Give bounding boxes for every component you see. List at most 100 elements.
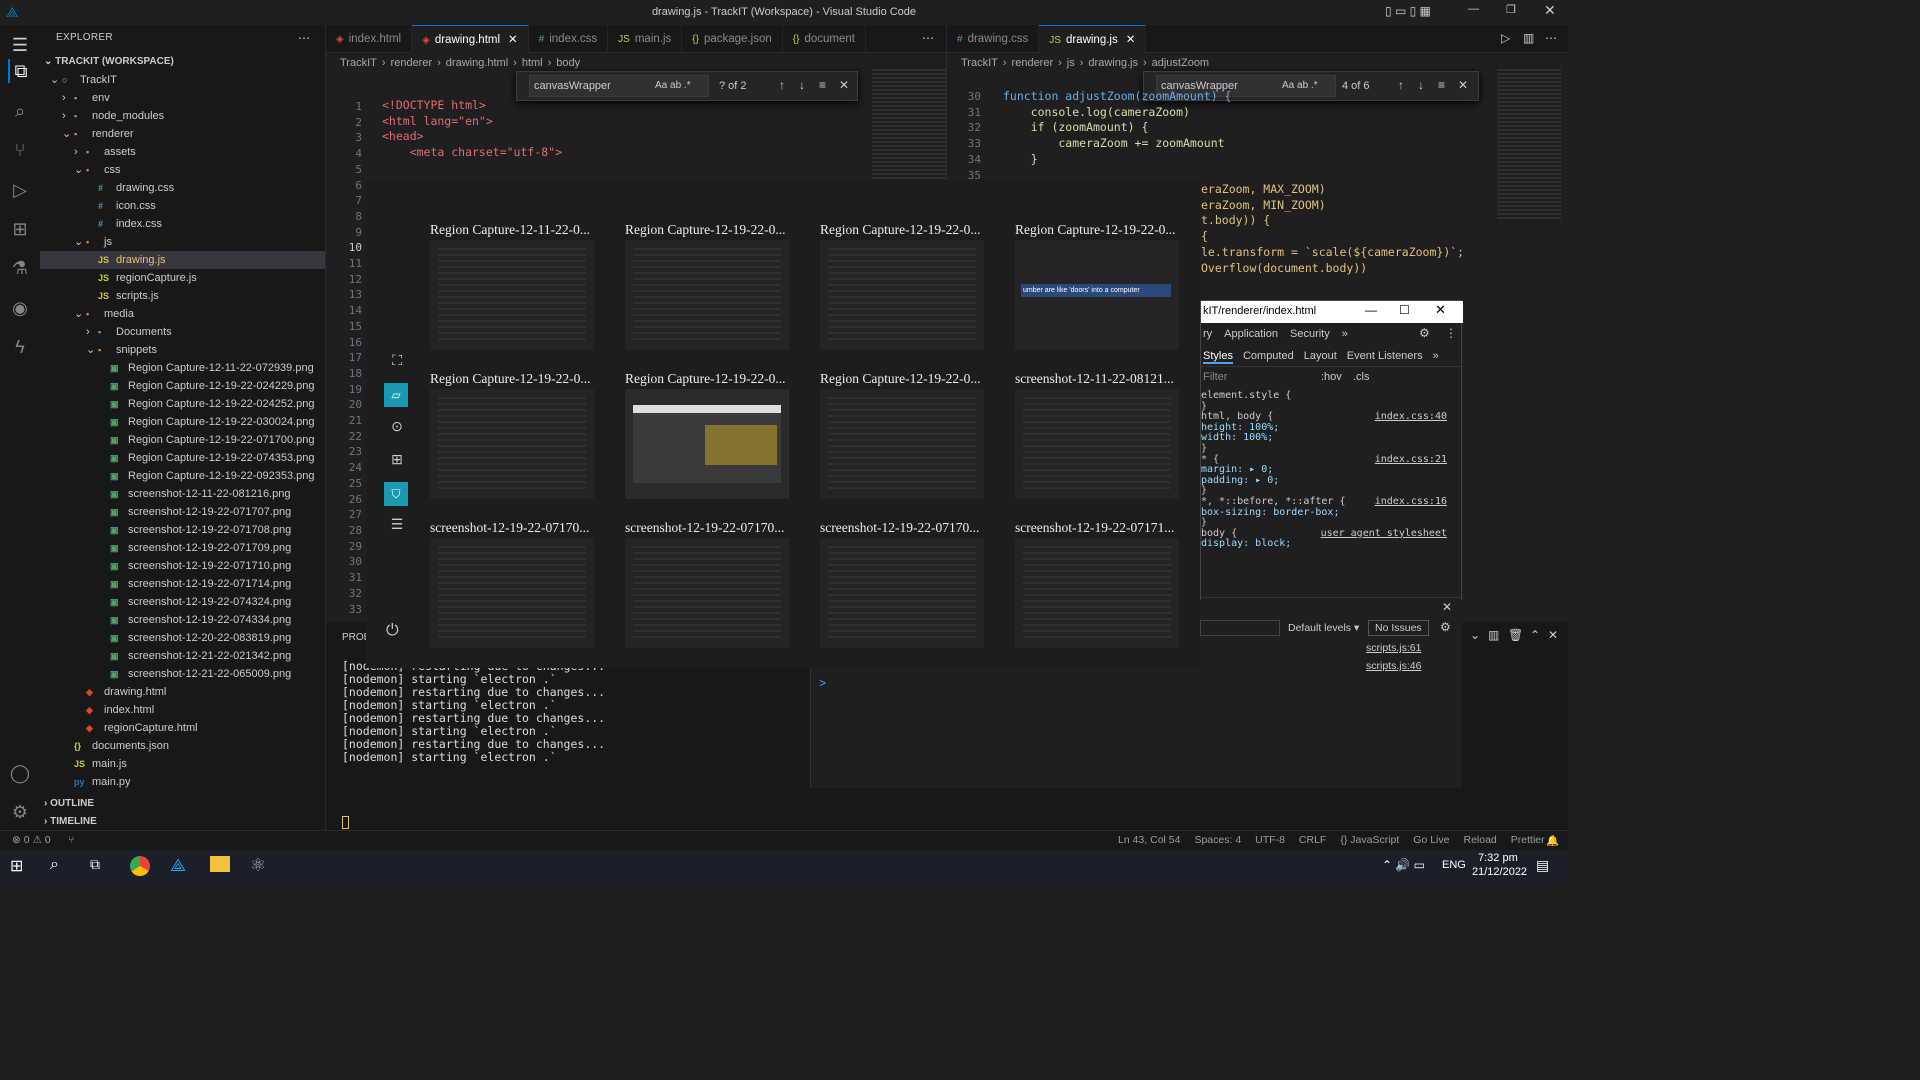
thumbnail-image[interactable] [430,538,594,648]
find-next-icon[interactable]: ↓ [799,78,805,92]
breadcrumb-item[interactable]: TrackIT [961,57,998,69]
breadcrumb-item[interactable]: html [522,57,543,69]
tree-item[interactable]: JS main.js [40,755,325,773]
tree-item[interactable]: ▣ screenshot-12-20-22-083819.png [40,629,325,647]
tree-item[interactable]: ▣ screenshot-12-19-22-071714.png [40,575,325,593]
tree-item[interactable]: ▣ screenshot-12-19-22-071708.png [40,521,325,539]
minimize-button[interactable]: — [1468,3,1479,15]
console-prompt[interactable]: > [819,676,826,690]
devtools-menu-icon[interactable]: ⋮ [1445,326,1457,340]
source-control-icon[interactable]: ⑂ [8,138,32,162]
tree-item[interactable]: › ▪ node_modules [40,107,325,125]
run-icon[interactable]: ▷ [1501,31,1510,45]
tree-item[interactable]: ▣ Region Capture-12-19-22-071700.png [40,431,325,449]
extensions-icon[interactable]: ⊞ [8,217,32,241]
restore-button[interactable]: ❐ [1506,3,1516,16]
find-close-icon[interactable]: ✕ [839,78,849,92]
tree-item[interactable]: ⌄ ▪ media [40,305,325,323]
workspace-header[interactable]: ⌄ TRACKIT (WORKSPACE) [44,53,174,71]
tree-item[interactable]: JS regionCapture.js [40,269,325,287]
tree-item[interactable]: ◈ drawing.html [40,683,325,701]
styles-tab[interactable]: Styles [1203,350,1233,364]
thumbnail-image[interactable] [625,538,789,648]
find-prev-icon-right[interactable]: ↑ [1398,78,1404,92]
windows-start-icon[interactable]: ⊞ [10,856,23,876]
console-close-icon[interactable]: ✕ [1442,600,1452,614]
github-icon[interactable]: ◉ [8,296,32,320]
vscode-taskbar-icon[interactable]: ⟁ [170,855,186,876]
tree-item[interactable]: ▣ screenshot-12-19-22-074334.png [40,611,325,629]
status-item[interactable]: Go Live [1413,834,1449,846]
styles-tab[interactable]: Event Listeners [1347,350,1423,362]
rule-source-link[interactable]: index.css:40 [1375,412,1447,423]
power-icon[interactable]: ⏻ [386,622,399,640]
tree-item[interactable]: ▣ Region Capture-12-11-22-072939.png [40,359,325,377]
thumbnail-image[interactable] [1015,538,1179,648]
tree-item[interactable]: JS scripts.js [40,287,325,305]
thumbnail-image[interactable] [430,389,594,499]
right-minimap[interactable] [1497,69,1561,219]
tree-item[interactable]: ▣ screenshot-12-19-22-071709.png [40,539,325,557]
tree-item[interactable]: ▣ screenshot-12-19-22-071710.png [40,557,325,575]
menu-icon[interactable]: ☰ [8,33,32,57]
tree-item[interactable]: ▣ screenshot-12-21-22-021342.png [40,647,325,665]
styles-tab[interactable]: » [1433,350,1439,362]
language[interactable]: ENG [1442,859,1466,871]
left-code[interactable]: <!DOCTYPE html> <html lang="en"> <head> <m… [382,98,562,161]
rule-source-link[interactable]: user agent stylesheet [1321,528,1447,540]
breadcrumb-item[interactable]: renderer [1012,57,1054,69]
status-item[interactable]: Spaces: 4 [1194,834,1241,846]
add-document-icon[interactable]: ⊞ [386,451,408,473]
tab-document[interactable]: {} document [783,25,866,53]
kill-terminal-icon[interactable]: 🗑 [1508,628,1523,642]
devtools-tab[interactable]: » [1342,328,1348,340]
tree-item[interactable]: ◈ index.html [40,701,325,719]
breadcrumb-item[interactable]: body [556,57,580,69]
tree-item[interactable]: ⌄ ▪ renderer [40,125,325,143]
styles-tab[interactable]: Computed [1243,350,1294,362]
search-icon[interactable]: ⌕ [8,99,32,123]
file-explorer-icon[interactable] [210,856,230,872]
issues-button[interactable]: No Issues [1368,620,1429,636]
bookmark-icon[interactable]: ⛉ [384,482,408,506]
right-code-visible-fragment[interactable]: eraZoom, MAX_ZOOM) eraZoom, MIN_ZOOM) t.bo… [1201,182,1464,276]
tab-drawing-css[interactable]: # drawing.css [947,25,1040,53]
more-actions-icon[interactable]: ⋯ [298,31,310,45]
tree-item[interactable]: ▣ screenshot-12-21-22-065009.png [40,665,325,683]
styles-filter[interactable]: Filter :hov .cls [1201,369,1445,387]
cls-toggle[interactable]: .cls [1353,371,1370,383]
tree-item[interactable]: # index.css [40,215,325,233]
tab-overflow-icon[interactable]: ⋯ [922,31,934,45]
tree-item[interactable]: › ▪ assets [40,143,325,161]
tab-main-js[interactable]: JS main.js [608,25,683,53]
maximize-panel-icon[interactable]: ⌃ [1530,628,1540,642]
breadcrumb-item[interactable]: renderer [391,57,433,69]
breadcrumb-item[interactable]: TrackIT [340,57,377,69]
rule-source-link[interactable]: index.css:21 [1375,454,1447,466]
match-options-right[interactable]: Aa ab .* [1282,80,1318,91]
tree-item[interactable]: py main.py [40,773,325,791]
fullscreen-icon[interactable]: ⛶ [386,352,408,374]
console-settings-icon[interactable]: ⚙ [1440,620,1451,634]
find-prev-icon[interactable]: ↑ [779,78,785,92]
task-view-icon[interactable]: ⧉ [90,856,100,873]
find-selection-icon[interactable]: ≡ [819,78,826,92]
tree-item[interactable]: › ▪ Documents [40,323,325,341]
account-icon[interactable]: ◯ [8,761,32,785]
tab-drawing-html[interactable]: ◈ drawing.html ✕ [412,25,529,53]
thumbnail-image[interactable] [1015,389,1179,499]
devtools-minimize[interactable]: — [1365,303,1377,317]
devtools-settings-icon[interactable]: ⚙ [1419,326,1430,340]
explorer-icon[interactable]: ⧉ [8,59,32,83]
clock-time[interactable]: 7:32 pm [1478,852,1518,864]
breadcrumb-item[interactable]: drawing.html [446,57,508,69]
status-item[interactable]: Ln 43, Col 54 [1118,834,1180,846]
thumbnail-image[interactable] [820,538,984,648]
document-icon[interactable]: ☰ [386,516,408,538]
tree-item[interactable]: ⌄ ▪ js [40,233,325,251]
settings-gear-icon[interactable]: ⚙ [8,800,32,824]
region-capture-icon[interactable]: ▱ [384,383,408,407]
tree-item[interactable]: ▣ Region Capture-12-19-22-074353.png [40,449,325,467]
status-item[interactable]: CRLF [1299,834,1326,846]
breadcrumb-item[interactable]: drawing.js [1088,57,1138,69]
